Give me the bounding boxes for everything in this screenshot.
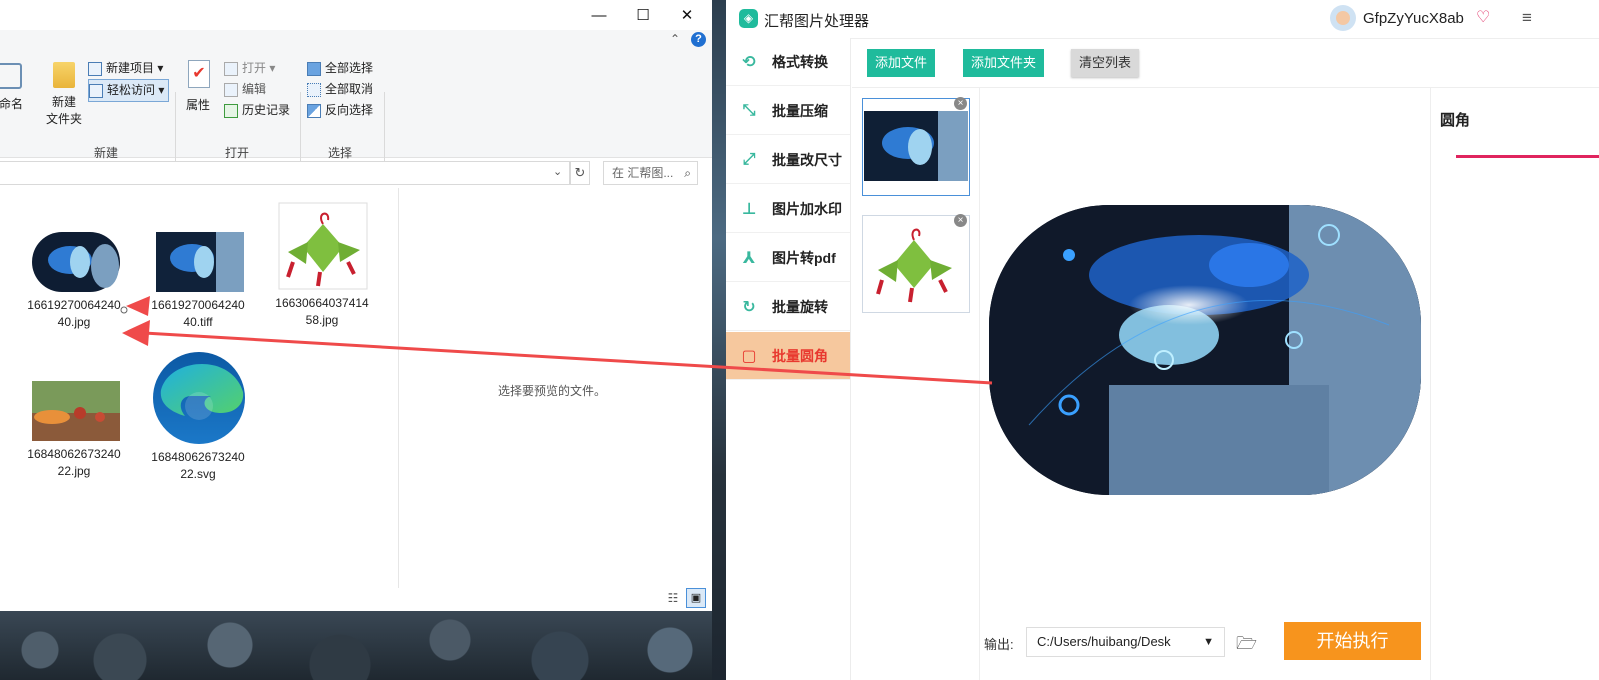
drag-arrow-head-secondary bbox=[126, 296, 150, 316]
drag-arrow-overlay bbox=[120, 296, 993, 385]
drag-arrow-head bbox=[122, 320, 150, 346]
drag-cursor bbox=[120, 306, 128, 314]
drag-arrow-line bbox=[143, 331, 993, 385]
